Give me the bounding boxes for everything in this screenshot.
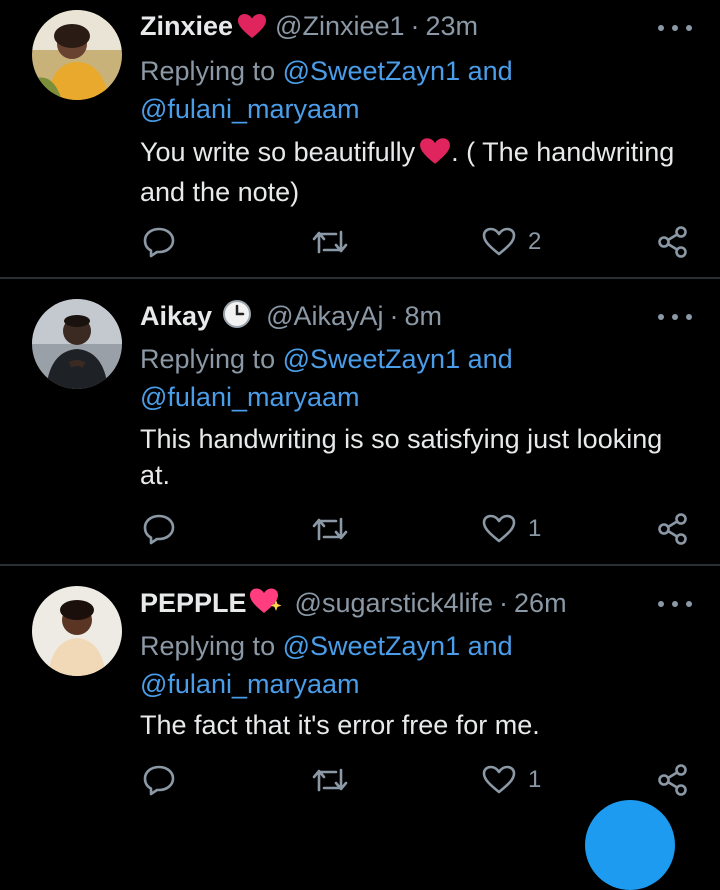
tweet-header: PEPPLE @sugarstick4life · 26m <box>140 586 650 623</box>
retweet-icon <box>312 230 348 254</box>
replying-prefix: Replying to <box>140 56 283 86</box>
mention-link[interactable]: @fulani_maryaam <box>140 94 360 124</box>
replying-to: Replying to @SweetZayn1 and @fulani_mary… <box>140 340 690 416</box>
more-options-icon[interactable] <box>658 599 692 609</box>
mention-and[interactable]: and <box>460 631 513 661</box>
more-options-icon[interactable] <box>658 312 692 322</box>
timestamp[interactable]: 23m <box>426 11 479 41</box>
tweet-header: Zinxiee @Zinxiee1 · 23m <box>140 10 650 46</box>
display-name[interactable]: Zinxiee <box>140 11 233 41</box>
heart-icon <box>419 137 451 174</box>
separator: · <box>389 301 399 331</box>
tweet-text: The fact that it's error free for me. <box>140 710 540 740</box>
mention-link[interactable]: @SweetZayn1 <box>283 56 461 86</box>
mention-link[interactable]: @fulani_maryaam <box>140 382 360 412</box>
user-handle[interactable]: @sugarstick4life <box>295 588 493 618</box>
tweet[interactable]: PEPPLE @sugarstick4life · 26m Replying to @… <box>0 566 720 820</box>
more-options-icon[interactable] <box>658 23 692 33</box>
avatar-photo <box>32 586 122 676</box>
mention-and[interactable]: and <box>460 344 513 374</box>
mention-link[interactable]: @SweetZayn1 <box>283 631 461 661</box>
like-count: 1 <box>528 515 542 542</box>
timestamp[interactable]: 26m <box>514 588 567 618</box>
heart-outline-icon <box>482 227 516 256</box>
avatar[interactable] <box>32 586 122 676</box>
action-bar: 2 <box>140 225 700 259</box>
action-bar: 1 <box>140 763 700 797</box>
share-button[interactable] <box>656 763 690 797</box>
replying-to: Replying to @SweetZayn1 and @fulani_mary… <box>140 52 690 128</box>
share-button[interactable] <box>656 225 690 259</box>
sparkling-heart-icon <box>249 586 283 623</box>
separator: · <box>410 11 420 41</box>
action-bar: 1 <box>140 512 700 546</box>
like-button[interactable]: 2 <box>482 225 541 259</box>
share-icon <box>658 513 687 545</box>
avatar[interactable] <box>32 299 122 389</box>
retweet-button[interactable] <box>310 763 350 797</box>
mention-link[interactable]: @SweetZayn1 <box>283 344 461 374</box>
avatar-photo <box>32 299 122 389</box>
display-name[interactable]: PEPPLE <box>140 588 247 618</box>
share-icon <box>658 764 687 796</box>
user-handle[interactable]: @Zinxiee1 <box>275 11 404 41</box>
mention-and[interactable]: and <box>460 56 513 86</box>
compose-fab-button[interactable] <box>585 800 675 890</box>
separator: · <box>499 588 509 618</box>
tweet-text-part: You write so beautifully <box>140 137 416 167</box>
like-count: 2 <box>528 228 542 255</box>
retweet-icon <box>312 517 348 541</box>
like-count: 1 <box>528 766 542 793</box>
reply-icon <box>143 227 175 258</box>
tweet[interactable]: Aikay @AikayAj · 8m Replying to @SweetZayn1… <box>0 279 720 564</box>
heart-icon <box>237 13 267 46</box>
reply-button[interactable] <box>142 225 176 259</box>
share-icon <box>658 226 687 258</box>
retweet-icon <box>312 768 348 792</box>
mention-link[interactable]: @fulani_maryaam <box>140 669 360 699</box>
heart-outline-icon <box>482 514 516 543</box>
tweet[interactable]: Zinxiee @Zinxiee1 · 23m Replying to @SweetZ… <box>0 0 720 277</box>
replying-prefix: Replying to <box>140 344 283 374</box>
user-handle[interactable]: @AikayAj <box>266 301 383 331</box>
retweet-button[interactable] <box>310 225 350 259</box>
avatar[interactable] <box>32 10 122 100</box>
reply-icon <box>143 765 175 796</box>
like-button[interactable]: 1 <box>482 763 541 797</box>
share-button[interactable] <box>656 512 690 546</box>
tweet-text: This handwriting is so satisfying just l… <box>140 424 663 490</box>
display-name[interactable]: Aikay <box>140 301 212 331</box>
tweet-text: You write so beautifully. ( The handwrit… <box>140 134 690 210</box>
reply-button[interactable] <box>142 512 176 546</box>
avatar-photo <box>32 10 122 100</box>
tweet-header: Aikay @AikayAj · 8m <box>140 299 650 336</box>
replying-to: Replying to @SweetZayn1 and @fulani_mary… <box>140 627 690 703</box>
replying-prefix: Replying to <box>140 631 283 661</box>
timestamp[interactable]: 8m <box>405 301 443 331</box>
clock-icon <box>222 299 252 336</box>
reply-icon <box>143 514 175 545</box>
like-button[interactable]: 1 <box>482 512 541 546</box>
reply-button[interactable] <box>142 763 176 797</box>
retweet-button[interactable] <box>310 512 350 546</box>
heart-outline-icon <box>482 765 516 794</box>
